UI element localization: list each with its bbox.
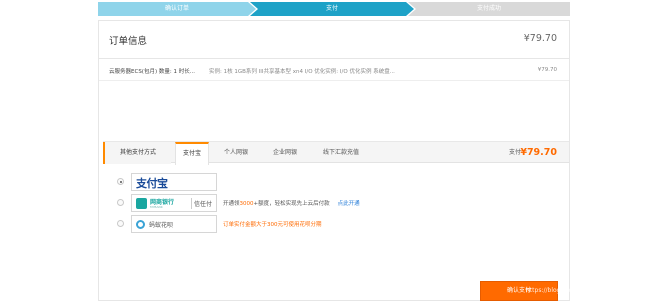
payment-option-huabei[interactable]: 蚂蚁花呗 订单实付金额大于300元可使用花呗分期	[117, 215, 377, 233]
watermark-text: https://blog.csdn.net/qq_36358489	[526, 287, 632, 294]
mybank-text-pre: 开通领	[223, 201, 240, 207]
order-title: 订单信息	[109, 36, 148, 47]
alipay-logo-box[interactable]: 支付宝	[131, 173, 217, 191]
payment-tab-bar: 其他支付方式 支付宝 个人网银 企业网银 线下汇款充值 支付 ¥79.70	[103, 141, 569, 165]
other-payment-methods-label: 其他支付方式	[103, 142, 171, 164]
huabei-logo-name: 蚂蚁花呗	[149, 222, 174, 229]
order-item-name[interactable]: 云服务器ECS(包月) 数量: 1 时长...	[109, 67, 195, 75]
huabei-logo-icon	[136, 220, 145, 229]
progress-steps: 确认订单 支付 支付成功	[98, 2, 570, 16]
order-item-spec: 实例: 1核 1GB系列 III共享基本型 xn4 I/O 优化实例: I/O …	[209, 69, 395, 75]
tab-alipay[interactable]: 支付宝	[175, 142, 209, 165]
mybank-text-post: +额度，轻松实现先上云后付款	[253, 201, 330, 207]
huabei-warning-text: 订单实付金额大于300元可使用花呗分期	[223, 222, 322, 228]
order-item-row: 云服务器ECS(包月) 数量: 1 时长... 实例: 1核 1GB系列 III…	[99, 59, 569, 81]
mybank-logo-icon	[136, 198, 147, 209]
mybank-open-link[interactable]: 点此开通	[338, 201, 360, 207]
mybank-logo-sub: MYBANK	[150, 205, 163, 209]
order-header: 订单信息 ¥79.70	[99, 21, 569, 59]
mybank-logo-extra: 信任付	[194, 201, 213, 208]
step-pay: 支付	[250, 2, 414, 16]
order-total: ¥79.70	[523, 33, 557, 44]
tab-personal-banking[interactable]: 个人网银	[215, 142, 257, 164]
alipay-logo: 支付宝	[136, 177, 168, 190]
mybank-text-highlight: 3000	[239, 201, 254, 207]
mybank-option-text: 开通领3000+额度，轻松实现先上云后付款 点此开通	[223, 199, 360, 207]
tab-corporate-banking[interactable]: 企业网银	[263, 142, 307, 164]
order-item-price: ¥79.70	[537, 67, 557, 73]
radio-huabei[interactable]	[117, 220, 124, 227]
payment-option-mybank[interactable]: 网商银行 MYBANK 信任付 开通领3000+额度，轻松实现先上云后付款 点此开…	[117, 194, 377, 212]
radio-mybank[interactable]	[117, 199, 124, 206]
payment-card: 订单信息 ¥79.70 云服务器ECS(包月) 数量: 1 时长... 实例: …	[98, 20, 570, 301]
tab-offline-transfer[interactable]: 线下汇款充值	[313, 142, 369, 164]
step-pay-success: 支付成功	[408, 2, 570, 16]
huabei-logo-box[interactable]: 蚂蚁花呗	[131, 215, 217, 233]
pay-amount: ¥79.70	[520, 147, 557, 158]
logo-divider	[191, 198, 192, 209]
step-confirm-order: 确认订单	[98, 2, 256, 16]
mybank-logo-box[interactable]: 网商银行 MYBANK 信任付	[131, 194, 217, 212]
pay-label: 支付	[508, 149, 521, 156]
radio-alipay[interactable]	[117, 178, 124, 185]
